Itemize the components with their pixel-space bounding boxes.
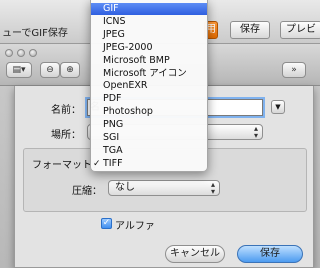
minimize-window-icon[interactable] <box>17 49 25 57</box>
cancel-button[interactable]: キャンセル <box>165 245 225 263</box>
format-menu-item[interactable]: TGA <box>91 145 207 157</box>
location-label: 場所： <box>51 130 81 141</box>
format-menu-item-label: TIFF <box>103 157 123 169</box>
format-menu-item[interactable]: ✓ TIFF <box>91 158 207 170</box>
format-menu-item-label: Photoshop <box>103 106 153 118</box>
view-mode-icon[interactable]: ▤▾ <box>6 62 32 78</box>
format-menu-item[interactable]: Microsoft BMP <box>91 55 207 67</box>
checkmark-icon: ✓ <box>93 158 101 169</box>
format-menu-item-label: ICNS <box>103 15 126 27</box>
format-menu-item[interactable]: JPEG <box>91 29 207 41</box>
format-menu-item[interactable]: JPEG-2000 <box>91 42 207 54</box>
compression-popup[interactable]: なし ▴ ▾ <box>108 180 220 196</box>
popup-arrows-icon: ▴ ▾ <box>210 180 215 196</box>
save-button[interactable]: 保存 <box>237 245 303 263</box>
close-window-icon[interactable] <box>5 49 13 57</box>
format-menu-item-label: SGI <box>103 132 120 143</box>
zoom-out-icon[interactable]: ⊖ <box>40 62 60 78</box>
format-menu-item-label: PDF <box>103 93 122 105</box>
format-menu-item[interactable]: PDF <box>91 93 207 105</box>
zoom-window-icon[interactable] <box>29 49 37 57</box>
format-menu-item[interactable]: OpenEXR <box>91 80 207 92</box>
compression-value: なし <box>115 182 135 193</box>
format-menu-item-label: PNG <box>103 119 124 131</box>
expand-browser-icon[interactable]: ▼ <box>271 100 285 114</box>
format-menu-item[interactable]: PNG <box>91 119 207 131</box>
format-menu-item[interactable]: Photoshop <box>91 106 207 118</box>
format-menu-item-label: TGA <box>103 144 123 156</box>
format-menu-item-label: OpenEXR <box>103 80 148 92</box>
popup-arrows-icon: ▴ ▾ <box>253 124 258 140</box>
format-menu-item[interactable]: ICNS <box>91 16 207 28</box>
zoom-in-icon[interactable]: ⊕ <box>60 62 80 78</box>
format-menu-item-label: JPEG-2000 <box>103 41 153 53</box>
name-label: 名前： <box>51 105 81 116</box>
format-menu-item-label: GIF <box>103 3 119 14</box>
compression-label: 圧縮： <box>72 186 102 197</box>
format-menu-item-label: Microsoft アイコン <box>103 67 187 79</box>
format-menu: GIF ICNS JPEG JPEG-2000 Microsoft BMP Microso… <box>90 0 208 172</box>
window-title: ューでGIF保存 <box>2 28 68 39</box>
format-menu-item[interactable]: GIF <box>91 3 207 15</box>
format-menu-item[interactable]: Microsoft アイコン <box>91 68 207 80</box>
format-menu-item-label: JPEG <box>103 28 125 40</box>
alpha-label: アルファ <box>115 221 155 232</box>
top-save-button[interactable]: 保存 <box>230 21 270 39</box>
format-menu-item[interactable]: SGI <box>91 132 207 144</box>
alpha-checkbox[interactable]: ✓ <box>101 218 112 229</box>
format-menu-item-label: Microsoft BMP <box>103 54 170 66</box>
top-preview-button[interactable]: プレビ <box>280 21 320 39</box>
toolbar-more-icon[interactable]: » <box>282 62 306 78</box>
